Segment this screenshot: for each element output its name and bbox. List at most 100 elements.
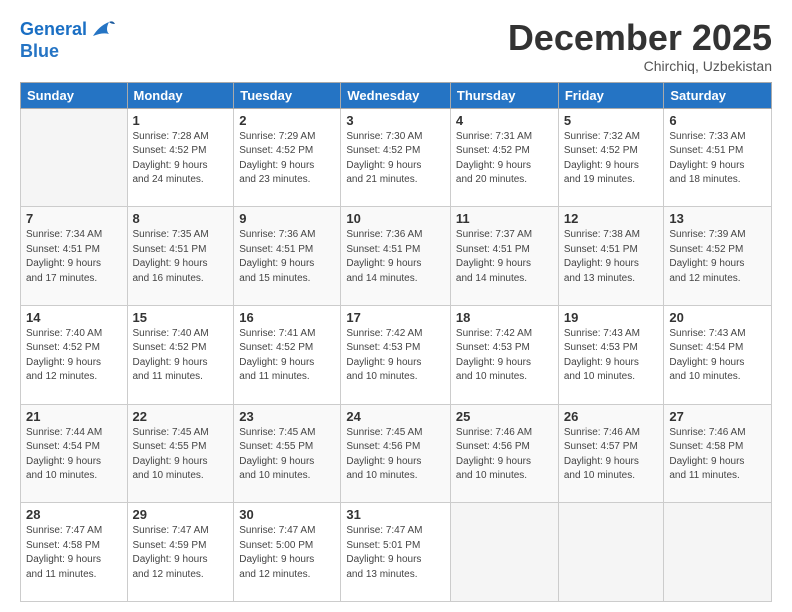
day-number: 19 <box>564 310 659 325</box>
header-tuesday: Tuesday <box>234 82 341 108</box>
day-info: Sunrise: 7:36 AM Sunset: 4:51 PM Dayligh… <box>239 228 335 286</box>
table-row: 15 Sunrise: 7:40 AM Sunset: 4:52 PM Dayli… <box>127 305 234 404</box>
day-number: 8 <box>133 211 229 226</box>
table-row: 23 Sunrise: 7:45 AM Sunset: 4:55 PM Dayli… <box>234 404 341 503</box>
table-row: 14 Sunrise: 7:40 AM Sunset: 4:52 PM Dayli… <box>21 305 128 404</box>
day-number: 13 <box>669 211 766 226</box>
table-row: 25Sunrise: 7:46 AM Sunset: 4:56 PM Dayli… <box>450 404 558 503</box>
day-number: 18 <box>456 310 553 325</box>
day-info: Sunrise: 7:33 AM Sunset: 4:51 PM Dayligh… <box>669 130 766 188</box>
day-info: Sunrise: 7:42 AM Sunset: 4:53 PM Dayligh… <box>346 327 445 385</box>
calendar-week-1: 1 Sunrise: 7:28 AM Sunset: 4:52 PM Daylig… <box>21 108 772 207</box>
day-info: Sunrise: 7:47 AM Sunset: 5:01 PM Dayligh… <box>346 524 445 582</box>
header-saturday: Saturday <box>664 82 772 108</box>
day-info: Sunrise: 7:40 AM Sunset: 4:52 PM Dayligh… <box>133 327 229 385</box>
table-row: 6 Sunrise: 7:33 AM Sunset: 4:51 PM Daylig… <box>664 108 772 207</box>
table-row: 29 Sunrise: 7:47 AM Sunset: 4:59 PM Dayli… <box>127 503 234 602</box>
table-row <box>558 503 664 602</box>
day-number: 22 <box>133 409 229 424</box>
day-info: Sunrise: 7:35 AM Sunset: 4:51 PM Dayligh… <box>133 228 229 286</box>
table-row: 19 Sunrise: 7:43 AM Sunset: 4:53 PM Dayli… <box>558 305 664 404</box>
day-number: 21 <box>26 409 122 424</box>
day-number: 4 <box>456 113 553 128</box>
table-row: 11 Sunrise: 7:37 AM Sunset: 4:51 PM Dayli… <box>450 207 558 306</box>
table-row: 21 Sunrise: 7:44 AM Sunset: 4:54 PM Dayli… <box>21 404 128 503</box>
header-sunday: Sunday <box>21 82 128 108</box>
day-number: 31 <box>346 507 445 522</box>
day-info: Sunrise: 7:37 AM Sunset: 4:51 PM Dayligh… <box>456 228 553 286</box>
header-wednesday: Wednesday <box>341 82 451 108</box>
header: General Blue December 2025 Chirchiq, Uzb… <box>20 18 772 74</box>
day-number: 7 <box>26 211 122 226</box>
day-info: Sunrise: 7:46 AM Sunset: 4:56 PM Dayligh… <box>456 426 553 484</box>
day-number: 1 <box>133 113 229 128</box>
table-row: 18 Sunrise: 7:42 AM Sunset: 4:53 PM Dayli… <box>450 305 558 404</box>
day-info: Sunrise: 7:32 AM Sunset: 4:52 PM Dayligh… <box>564 130 659 188</box>
day-number: 12 <box>564 211 659 226</box>
header-thursday: Thursday <box>450 82 558 108</box>
day-info: Sunrise: 7:43 AM Sunset: 4:53 PM Dayligh… <box>564 327 659 385</box>
subtitle: Chirchiq, Uzbekistan <box>508 58 772 74</box>
day-number: 14 <box>26 310 122 325</box>
day-info: Sunrise: 7:43 AM Sunset: 4:54 PM Dayligh… <box>669 327 766 385</box>
calendar-week-2: 7Sunrise: 7:34 AM Sunset: 4:51 PM Daylig… <box>21 207 772 306</box>
calendar: Sunday Monday Tuesday Wednesday Thursday… <box>20 82 772 602</box>
day-info: Sunrise: 7:45 AM Sunset: 4:55 PM Dayligh… <box>133 426 229 484</box>
day-number: 2 <box>239 113 335 128</box>
table-row: 3Sunrise: 7:30 AM Sunset: 4:52 PM Daylig… <box>341 108 451 207</box>
table-row <box>664 503 772 602</box>
table-row: 2Sunrise: 7:29 AM Sunset: 4:52 PM Daylig… <box>234 108 341 207</box>
day-number: 23 <box>239 409 335 424</box>
day-info: Sunrise: 7:42 AM Sunset: 4:53 PM Dayligh… <box>456 327 553 385</box>
table-row: 12Sunrise: 7:38 AM Sunset: 4:51 PM Dayli… <box>558 207 664 306</box>
logo-text2: Blue <box>20 42 117 62</box>
calendar-week-3: 14 Sunrise: 7:40 AM Sunset: 4:52 PM Dayli… <box>21 305 772 404</box>
day-info: Sunrise: 7:39 AM Sunset: 4:52 PM Dayligh… <box>669 228 766 286</box>
table-row: 27 Sunrise: 7:46 AM Sunset: 4:58 PM Dayli… <box>664 404 772 503</box>
table-row: 22 Sunrise: 7:45 AM Sunset: 4:55 PM Dayli… <box>127 404 234 503</box>
header-friday: Friday <box>558 82 664 108</box>
day-info: Sunrise: 7:44 AM Sunset: 4:54 PM Dayligh… <box>26 426 122 484</box>
day-number: 27 <box>669 409 766 424</box>
table-row: 16 Sunrise: 7:41 AM Sunset: 4:52 PM Dayli… <box>234 305 341 404</box>
day-info: Sunrise: 7:45 AM Sunset: 4:56 PM Dayligh… <box>346 426 445 484</box>
table-row: 26Sunrise: 7:46 AM Sunset: 4:57 PM Dayli… <box>558 404 664 503</box>
day-info: Sunrise: 7:40 AM Sunset: 4:52 PM Dayligh… <box>26 327 122 385</box>
logo-bird-icon <box>89 18 117 42</box>
calendar-header-row: Sunday Monday Tuesday Wednesday Thursday… <box>21 82 772 108</box>
day-info: Sunrise: 7:36 AM Sunset: 4:51 PM Dayligh… <box>346 228 445 286</box>
day-number: 6 <box>669 113 766 128</box>
day-info: Sunrise: 7:46 AM Sunset: 4:58 PM Dayligh… <box>669 426 766 484</box>
day-number: 9 <box>239 211 335 226</box>
page: General Blue December 2025 Chirchiq, Uzb… <box>0 0 792 612</box>
day-info: Sunrise: 7:47 AM Sunset: 5:00 PM Dayligh… <box>239 524 335 582</box>
day-number: 10 <box>346 211 445 226</box>
day-info: Sunrise: 7:31 AM Sunset: 4:52 PM Dayligh… <box>456 130 553 188</box>
table-row: 8 Sunrise: 7:35 AM Sunset: 4:51 PM Daylig… <box>127 207 234 306</box>
day-number: 28 <box>26 507 122 522</box>
day-info: Sunrise: 7:28 AM Sunset: 4:52 PM Dayligh… <box>133 130 229 188</box>
day-info: Sunrise: 7:47 AM Sunset: 4:58 PM Dayligh… <box>26 524 122 582</box>
day-number: 30 <box>239 507 335 522</box>
table-row <box>450 503 558 602</box>
table-row: 9 Sunrise: 7:36 AM Sunset: 4:51 PM Daylig… <box>234 207 341 306</box>
day-number: 5 <box>564 113 659 128</box>
day-number: 3 <box>346 113 445 128</box>
day-number: 15 <box>133 310 229 325</box>
table-row: 4 Sunrise: 7:31 AM Sunset: 4:52 PM Daylig… <box>450 108 558 207</box>
day-number: 11 <box>456 211 553 226</box>
day-info: Sunrise: 7:41 AM Sunset: 4:52 PM Dayligh… <box>239 327 335 385</box>
table-row: 17Sunrise: 7:42 AM Sunset: 4:53 PM Dayli… <box>341 305 451 404</box>
day-number: 29 <box>133 507 229 522</box>
header-monday: Monday <box>127 82 234 108</box>
month-title: December 2025 <box>508 18 772 58</box>
table-row: 7Sunrise: 7:34 AM Sunset: 4:51 PM Daylig… <box>21 207 128 306</box>
day-info: Sunrise: 7:47 AM Sunset: 4:59 PM Dayligh… <box>133 524 229 582</box>
day-number: 16 <box>239 310 335 325</box>
table-row: 1 Sunrise: 7:28 AM Sunset: 4:52 PM Daylig… <box>127 108 234 207</box>
day-info: Sunrise: 7:45 AM Sunset: 4:55 PM Dayligh… <box>239 426 335 484</box>
logo: General Blue <box>20 18 117 62</box>
table-row: 10 Sunrise: 7:36 AM Sunset: 4:51 PM Dayli… <box>341 207 451 306</box>
day-number: 26 <box>564 409 659 424</box>
logo-text: General <box>20 20 87 40</box>
